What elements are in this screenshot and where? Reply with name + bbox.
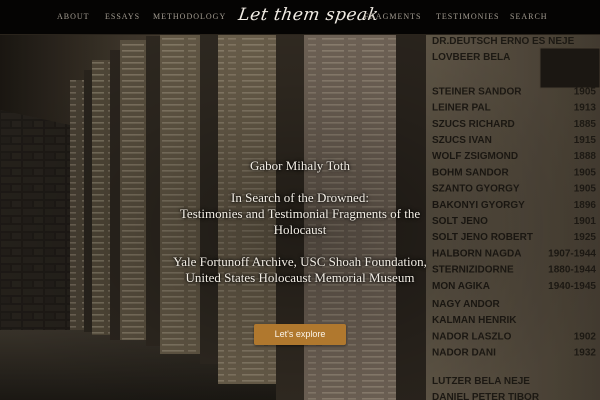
- page: DR.DEUTSCH ERNO ES NEJELOVBEER BELASTEIN…: [0, 0, 600, 400]
- nav-search[interactable]: SEARCH: [510, 12, 548, 21]
- nav-about[interactable]: ABOUT: [57, 12, 90, 21]
- title-line-2: Testimonies and Testimonial Fragments of…: [179, 206, 421, 221]
- hero-text-block: Gabor Mihaly Toth In Search of the Drown…: [100, 158, 500, 286]
- nav-methodology[interactable]: METHODOLOGY: [153, 12, 226, 21]
- archives-line-1: Yale Fortunoff Archive, USC Shoah Founda…: [173, 254, 427, 269]
- title-line-3: Holocaust: [273, 222, 327, 237]
- site-logo[interactable]: Let them speak: [236, 5, 380, 31]
- lets-explore-button[interactable]: Let's explore: [254, 324, 346, 345]
- title-line-1: In Search of the Drowned:: [231, 190, 369, 205]
- nav-fragments[interactable]: FRAGMENTS: [364, 12, 421, 21]
- top-nav-bar: ABOUT ESSAYS METHODOLOGY Let them speak …: [0, 0, 600, 35]
- nav-testimonies[interactable]: TESTIMONIES: [436, 12, 499, 21]
- nav-essays[interactable]: ESSAYS: [105, 12, 140, 21]
- author-name: Gabor Mihaly Toth: [250, 158, 350, 173]
- archives-line-2: United States Holocaust Memorial Museum: [185, 270, 415, 285]
